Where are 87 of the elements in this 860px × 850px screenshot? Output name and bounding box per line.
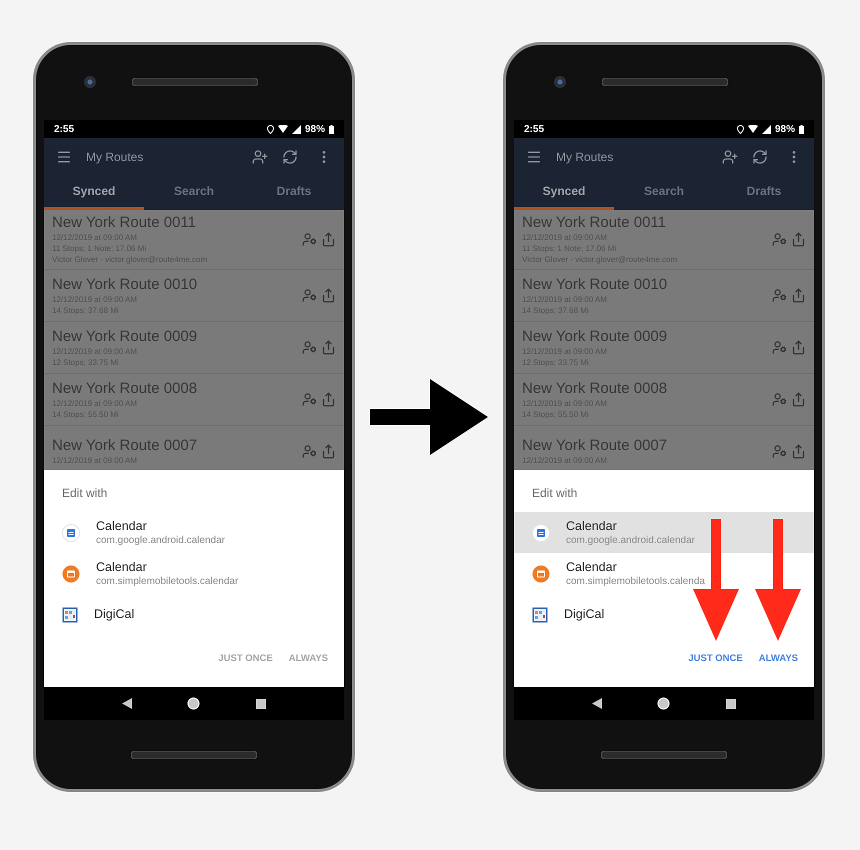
app-bar-title: My Routes (86, 148, 144, 166)
route-title: New York Route 0011 (522, 214, 667, 232)
route-title: New York Route 0010 (52, 276, 198, 294)
add-user-icon[interactable] (252, 148, 268, 164)
user-settings-icon[interactable] (772, 444, 787, 459)
home-icon[interactable] (187, 697, 200, 710)
battery-text: 98% (774, 122, 795, 136)
tab[interactable]: Search (614, 175, 714, 210)
share-icon[interactable] (791, 232, 806, 247)
wifi-icon (278, 125, 288, 133)
app-package: com.google.android.calendar (96, 534, 225, 546)
menu-icon[interactable] (56, 148, 72, 164)
user-settings-icon[interactable] (302, 232, 317, 247)
calendar-app-icon (532, 524, 550, 542)
route-title: New York Route 0008 (52, 380, 198, 398)
app-option[interactable]: Calendar com.google.android.calendar (514, 512, 814, 553)
app-name: Calendar (96, 518, 148, 534)
tab[interactable]: Synced (44, 175, 144, 210)
clock-text: 2:55 (524, 122, 544, 136)
calendar-app-icon (532, 606, 548, 622)
user-settings-icon[interactable] (772, 392, 787, 407)
share-icon[interactable] (321, 392, 336, 407)
dialog-title: Edit with (61, 485, 108, 502)
route-title: New York Route 0009 (52, 328, 198, 346)
dialog-button[interactable]: JUST ONCE (218, 652, 273, 666)
sync-icon[interactable] (282, 148, 298, 164)
home-icon[interactable] (657, 697, 670, 710)
app-name: Calendar (566, 560, 618, 574)
route-title: New York Route 0007 (52, 437, 198, 455)
calendar-app-icon (532, 564, 550, 582)
back-icon[interactable] (122, 698, 132, 709)
calendar-app-icon (62, 564, 80, 582)
tab[interactable]: Synced (514, 175, 614, 210)
app-name: DigiCal (564, 607, 604, 622)
user-settings-icon[interactable] (302, 288, 317, 303)
route-title: New York Route 0011 (52, 214, 197, 232)
share-icon[interactable] (321, 232, 336, 247)
user-settings-icon[interactable] (302, 392, 317, 407)
app-name: Calendar (96, 560, 148, 574)
share-icon[interactable] (321, 288, 336, 303)
route-title: New York Route 0008 (522, 380, 668, 398)
tab[interactable]: Drafts (714, 175, 814, 210)
dialog-title: Edit with (531, 485, 578, 502)
battery-icon (329, 124, 334, 134)
location-icon (736, 124, 744, 134)
user-settings-icon[interactable] (302, 340, 317, 355)
app-bar-title: My Routes (556, 148, 614, 166)
share-icon[interactable] (321, 340, 336, 355)
dialog-button[interactable]: ALWAYS (288, 652, 328, 666)
tab[interactable]: Drafts (244, 175, 344, 210)
user-settings-icon[interactable] (772, 232, 787, 247)
user-settings-icon[interactable] (302, 444, 317, 459)
battery-icon (799, 124, 804, 134)
route-title: New York Route 0010 (522, 276, 668, 294)
back-icon[interactable] (592, 698, 602, 709)
signal-icon (292, 124, 301, 134)
menu-icon[interactable] (526, 148, 542, 164)
share-icon[interactable] (791, 340, 806, 355)
share-icon[interactable] (321, 444, 336, 459)
app-package: com.google.android.calendar (566, 534, 695, 546)
share-icon[interactable] (791, 392, 806, 407)
share-icon[interactable] (791, 444, 806, 459)
user-settings-icon[interactable] (772, 288, 787, 303)
location-icon (266, 124, 274, 134)
share-icon[interactable] (791, 288, 806, 303)
signal-icon (762, 124, 771, 134)
dialog-button[interactable]: ALWAYS (758, 652, 798, 666)
route-title: New York Route 0007 (522, 437, 668, 455)
camera-icon (553, 75, 567, 89)
app-package: com.simplemobiletools.calenda (566, 574, 705, 588)
camera-icon (83, 75, 97, 89)
recents-icon[interactable] (726, 698, 736, 708)
app-name: DigiCal (94, 607, 134, 622)
tab[interactable]: Search (144, 175, 244, 210)
recents-icon[interactable] (256, 698, 266, 708)
battery-text: 98% (304, 122, 325, 136)
sync-icon[interactable] (752, 148, 768, 164)
add-user-icon[interactable] (722, 148, 738, 164)
app-package: com.simplemobiletools.calendar (96, 574, 238, 588)
user-settings-icon[interactable] (772, 340, 787, 355)
calendar-app-icon (62, 606, 78, 622)
app-name: Calendar (566, 518, 618, 534)
route-title: New York Route 0009 (522, 328, 668, 346)
wifi-icon (748, 125, 758, 133)
dialog-button[interactable]: JUST ONCE (688, 652, 743, 666)
clock-text: 2:55 (54, 122, 74, 136)
calendar-app-icon (62, 524, 80, 542)
